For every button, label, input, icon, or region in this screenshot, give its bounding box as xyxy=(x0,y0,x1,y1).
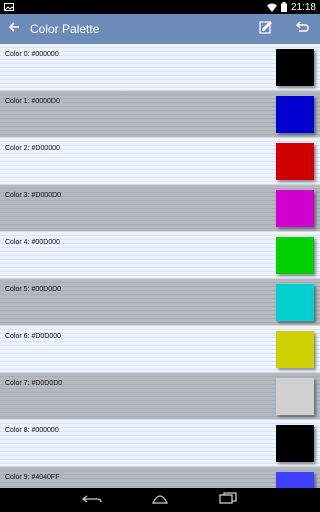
nav-back-button[interactable] xyxy=(58,488,126,512)
color-row-0[interactable]: Color 0: #000000 xyxy=(0,44,320,91)
color-label: Color 2: #D00000 xyxy=(5,145,60,152)
edit-note-icon xyxy=(259,20,273,39)
color-swatch[interactable] xyxy=(276,143,314,180)
status-time: 21:18 xyxy=(290,1,316,13)
color-label: Color 3: #D000D0 xyxy=(5,192,62,199)
navigation-bar xyxy=(0,488,320,512)
color-label: Color 0: #000000 xyxy=(5,51,59,58)
page-title: Color Palette xyxy=(30,22,100,36)
color-row-2[interactable]: Color 2: #D00000 xyxy=(0,138,320,185)
color-label: Color 4: #00D000 xyxy=(5,239,60,246)
color-row-9[interactable]: Color 9: #4040FF xyxy=(0,467,320,488)
color-swatch[interactable] xyxy=(276,378,314,415)
nav-recents-button[interactable] xyxy=(194,488,262,512)
wifi-icon xyxy=(266,3,277,12)
color-row-1[interactable]: Color 1: #0000D0 xyxy=(0,91,320,138)
undo-icon xyxy=(295,20,309,38)
color-swatch[interactable] xyxy=(276,190,314,227)
color-row-7[interactable]: Color 7: #D0D0D0 xyxy=(0,373,320,420)
color-row-6[interactable]: Color 6: #D0D000 xyxy=(0,326,320,373)
color-row-3[interactable]: Color 3: #D000D0 xyxy=(0,185,320,232)
color-row-8[interactable]: Color 8: #000000 xyxy=(0,420,320,467)
color-label: Color 9: #4040FF xyxy=(5,474,60,481)
color-row-4[interactable]: Color 4: #00D000 xyxy=(0,232,320,279)
edit-button[interactable] xyxy=(248,14,284,44)
battery-icon xyxy=(280,2,287,12)
color-label: Color 6: #D0D000 xyxy=(5,333,62,340)
back-button[interactable] xyxy=(0,14,28,44)
action-bar: Color Palette xyxy=(0,14,320,44)
color-row-5[interactable]: Color 5: #00D0D0 xyxy=(0,279,320,326)
home-icon xyxy=(150,491,170,509)
color-label: Color 7: #D0D0D0 xyxy=(5,380,63,387)
color-swatch[interactable] xyxy=(276,49,314,86)
color-label: Color 1: #0000D0 xyxy=(5,98,60,105)
color-swatch[interactable] xyxy=(276,331,314,368)
color-swatch[interactable] xyxy=(276,237,314,274)
arrow-back-icon xyxy=(8,20,20,38)
nav-home-button[interactable] xyxy=(126,488,194,512)
undo-button[interactable] xyxy=(284,14,320,44)
color-label: Color 5: #00D0D0 xyxy=(5,286,62,293)
recents-icon xyxy=(219,491,237,509)
color-swatch[interactable] xyxy=(276,284,314,321)
color-swatch[interactable] xyxy=(276,96,314,133)
color-swatch[interactable] xyxy=(276,472,314,488)
color-label: Color 8: #000000 xyxy=(5,427,59,434)
nav-back-icon xyxy=(81,491,102,509)
status-bar: 21:18 xyxy=(0,0,320,14)
color-list[interactable]: Color 0: #000000 Color 1: #0000D0 Color … xyxy=(0,44,320,488)
color-swatch[interactable] xyxy=(276,425,314,462)
